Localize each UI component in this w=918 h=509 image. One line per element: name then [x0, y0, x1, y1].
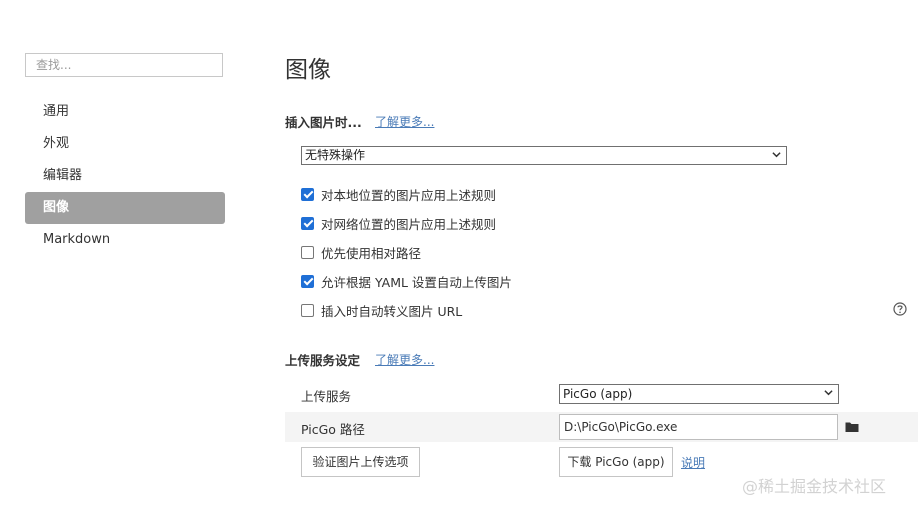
checkbox-relative-path[interactable] — [301, 245, 314, 259]
option-network-images-label: 对网络位置的图片应用上述规则 — [321, 216, 497, 232]
sidebar-nav: 通用 外观 编辑器 图像 Markdown — [25, 96, 225, 256]
checkbox-network-images[interactable] — [301, 216, 314, 230]
upload-service-label: 上传服务 — [301, 389, 352, 404]
download-picgo-button[interactable]: 下载 PicGo (app) — [559, 447, 673, 477]
insert-learn-more-link[interactable]: 了解更多... — [375, 113, 434, 130]
insert-action-select[interactable]: 无特殊操作 — [301, 146, 787, 165]
sidebar-item-markdown[interactable]: Markdown — [25, 224, 225, 256]
explain-link[interactable]: 说明 — [681, 454, 705, 471]
option-yaml-upload-label: 允许根据 YAML 设置自动上传图片 — [321, 274, 512, 290]
option-escape-url[interactable]: 插入时自动转义图片 URL — [301, 301, 462, 319]
search-input[interactable] — [36, 54, 212, 76]
checkbox-escape-url[interactable] — [301, 303, 314, 317]
sidebar-item-general[interactable]: 通用 — [25, 96, 225, 128]
upload-service-value: PicGo (app) — [563, 387, 633, 401]
upload-service-select[interactable]: PicGo (app) — [559, 384, 839, 404]
option-local-images[interactable]: 对本地位置的图片应用上述规则 — [301, 185, 496, 203]
upload-learn-more-link[interactable]: 了解更多... — [375, 351, 434, 368]
checkbox-yaml-upload[interactable] — [301, 274, 314, 288]
sidebar-item-image[interactable]: 图像 — [25, 192, 225, 224]
folder-icon[interactable] — [845, 421, 859, 433]
option-local-images-label: 对本地位置的图片应用上述规则 — [321, 187, 497, 203]
option-yaml-upload[interactable]: 允许根据 YAML 设置自动上传图片 — [301, 272, 512, 290]
watermark: @稀土掘金技术社区 — [742, 477, 887, 496]
picgo-path-field[interactable]: D:\PicGo\PicGo.exe — [559, 414, 838, 440]
search-box[interactable] — [25, 53, 223, 77]
option-relative-path[interactable]: 优先使用相对路径 — [301, 243, 421, 261]
chevron-down-icon — [824, 390, 833, 396]
sidebar-item-editor[interactable]: 编辑器 — [25, 160, 225, 192]
picgo-path-label: PicGo 路径 — [301, 422, 365, 437]
chevron-down-icon — [772, 151, 781, 157]
option-escape-url-label: 插入时自动转义图片 URL — [321, 303, 463, 319]
page-title: 图像 — [285, 57, 331, 83]
option-network-images[interactable]: 对网络位置的图片应用上述规则 — [301, 214, 496, 232]
checkbox-local-images[interactable] — [301, 187, 314, 201]
verify-upload-button[interactable]: 验证图片上传选项 — [301, 447, 420, 477]
option-relative-path-label: 优先使用相对路径 — [321, 245, 422, 261]
sidebar-item-appearance[interactable]: 外观 — [25, 128, 225, 160]
insert-action-value: 无特殊操作 — [305, 148, 366, 162]
insert-section-title: 插入图片时... — [285, 115, 362, 130]
upload-section-title: 上传服务设定 — [285, 353, 361, 368]
help-icon[interactable] — [893, 302, 907, 316]
preferences-window: 通用 外观 编辑器 图像 Markdown 图像 插入图片时... 了解更多..… — [0, 0, 918, 509]
